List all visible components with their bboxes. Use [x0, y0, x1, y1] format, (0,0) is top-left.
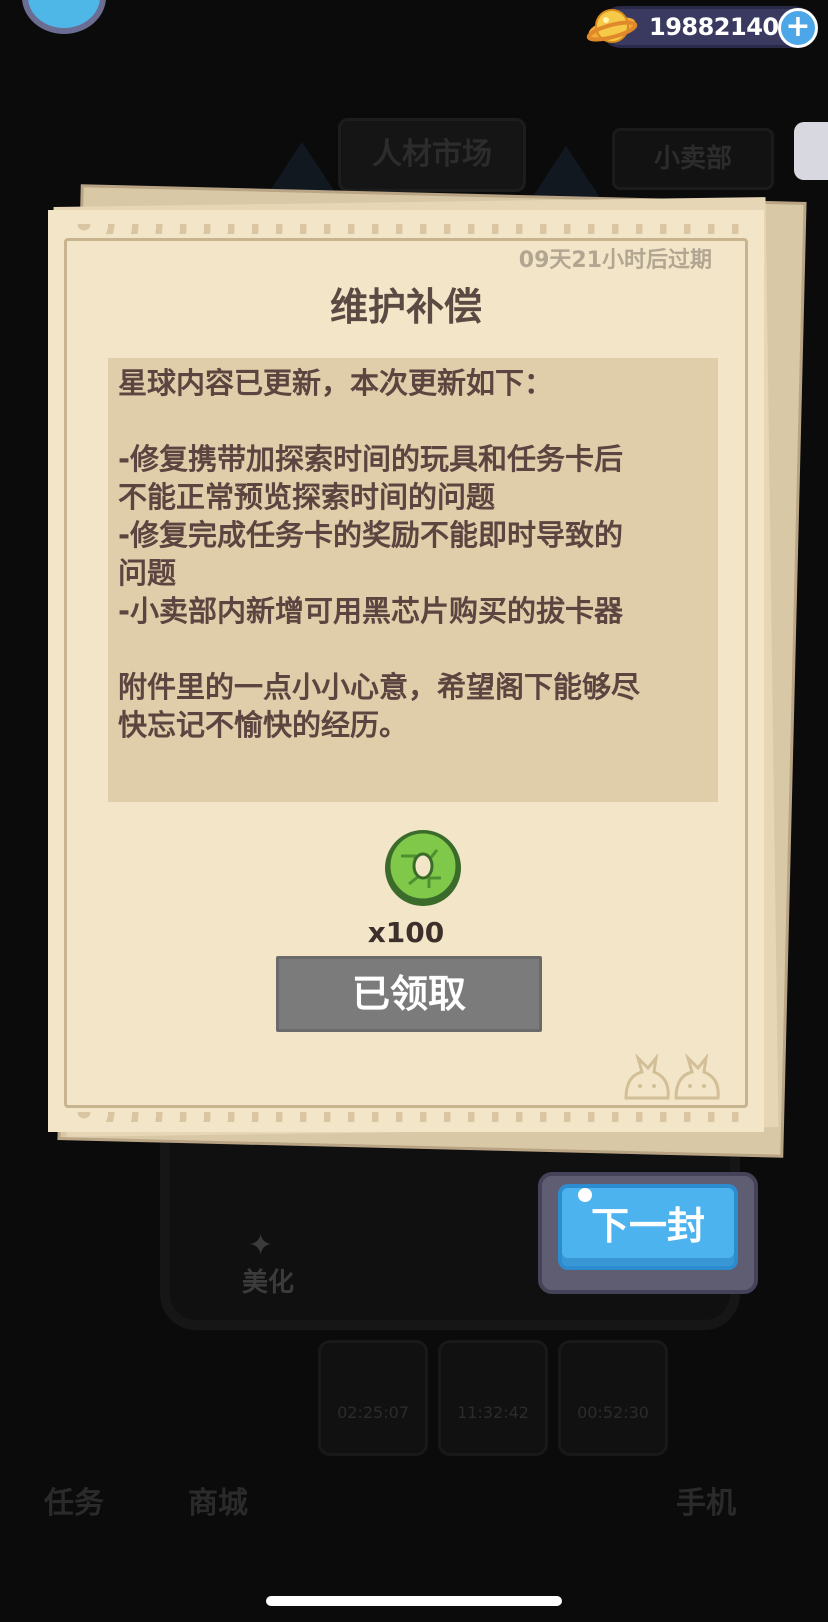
- paper-edge-decoration: [72, 1112, 740, 1122]
- letter-body-line: -修复完成任务卡的奖励不能即时导致的: [118, 518, 624, 552]
- paper-edge-decoration: [72, 224, 740, 234]
- side-tab: [794, 122, 828, 180]
- letter-body-line: 快忘记不愉快的经历。: [118, 708, 409, 742]
- letter-body-line: 附件里的一点小小心意，希望阁下能够尽: [118, 670, 641, 704]
- background-slot: 11:32:42: [438, 1340, 548, 1456]
- home-indicator[interactable]: [266, 1596, 562, 1606]
- plus-icon: +: [785, 9, 811, 44]
- bunny-decoration-icon: [624, 1054, 720, 1100]
- currency-amount: 198821404: [649, 13, 795, 41]
- avatar: [22, 0, 106, 34]
- sparkle-icon: ✦: [248, 1228, 274, 1263]
- green-chip-icon: [385, 830, 461, 906]
- letter-body-line: [118, 630, 708, 668]
- nav-tasks: 任务: [44, 1486, 104, 1521]
- letter-body-line: -小卖部内新增可用黑芯片购买的拔卡器: [118, 594, 624, 628]
- expire-time: 09天21小时后过期: [518, 248, 712, 273]
- letter-body-line: -修复携带加探索时间的玩具和任务卡后: [118, 442, 624, 476]
- letter-body-line: 星球内容已更新，本次更新如下：: [118, 366, 554, 400]
- snack-shop-sign: 小卖部: [612, 128, 774, 190]
- beautify-label: 美化: [242, 1268, 295, 1298]
- background-slot: 00:52:30: [558, 1340, 668, 1456]
- letter-title: 维护补偿: [329, 285, 482, 329]
- reward-quantity: x100: [367, 916, 445, 949]
- mail-letter: 09天21小时后过期 维护补偿 星球内容已更新，本次更新如下： -修复携带加探索…: [48, 210, 764, 1132]
- claimed-button[interactable]: 已领取: [276, 956, 542, 1032]
- planet-coin-icon: [586, 9, 638, 43]
- add-currency-button[interactable]: +: [778, 8, 818, 48]
- nav-store: 商城: [188, 1486, 248, 1521]
- nav-phone: 手机: [676, 1486, 736, 1521]
- letter-body: 星球内容已更新，本次更新如下： -修复携带加探索时间的玩具和任务卡后 不能正常预…: [108, 358, 718, 802]
- background-slot: 02:25:07: [318, 1340, 428, 1456]
- letter-body-line: 不能正常预览探索时间的问题: [118, 480, 496, 514]
- talent-market-sign: 人材市场: [338, 118, 526, 192]
- letter-body-line: 问题: [118, 556, 177, 590]
- button-gloss: [578, 1188, 592, 1202]
- letter-body-line: [118, 402, 708, 440]
